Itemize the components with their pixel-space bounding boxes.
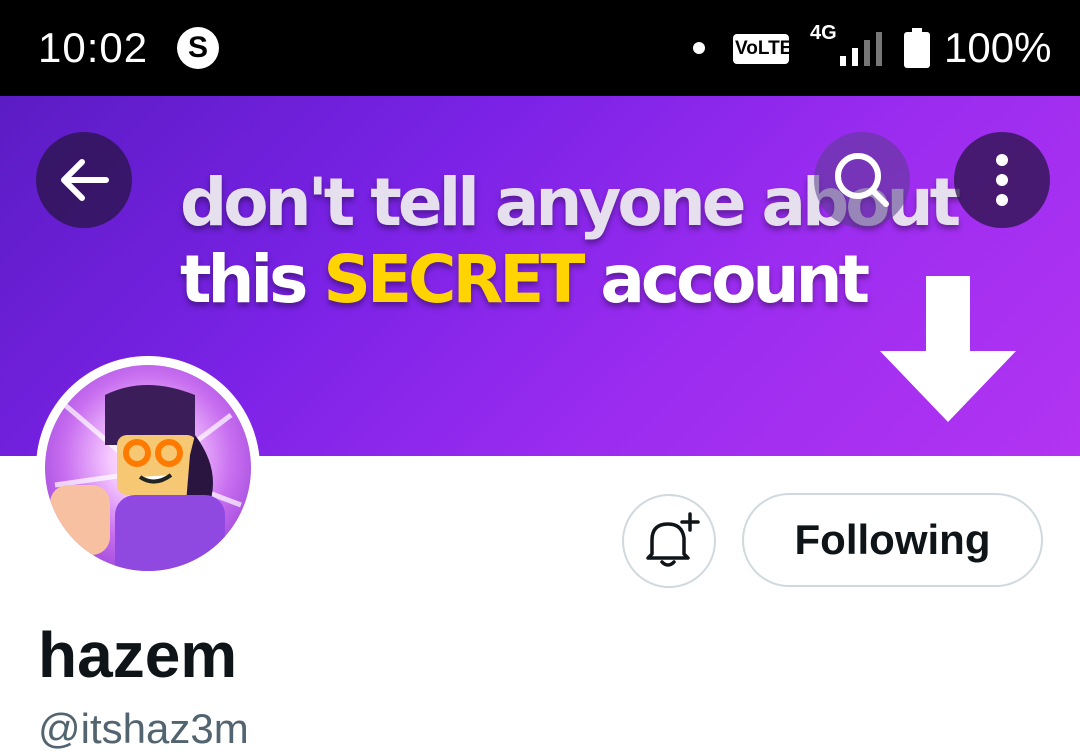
status-time: 10:02 bbox=[38, 24, 149, 71]
profile-display-name: hazem bbox=[38, 619, 238, 691]
avatar-image bbox=[45, 365, 251, 571]
network-type: 4G bbox=[810, 22, 837, 44]
notification-app-icon: S bbox=[177, 27, 219, 69]
signal-strength-icon bbox=[840, 32, 882, 66]
search-button[interactable] bbox=[814, 132, 910, 228]
banner-text-highlight: SECRET bbox=[323, 241, 585, 318]
notifications-button[interactable] bbox=[622, 494, 716, 588]
more-vertical-icon bbox=[996, 154, 1008, 206]
banner-text-pre: this bbox=[180, 241, 324, 318]
back-arrow-icon bbox=[61, 159, 109, 201]
following-button[interactable]: Following bbox=[742, 493, 1043, 587]
volte-badge: VoLTE bbox=[733, 34, 792, 64]
status-bar: 10:02 S VoLTE 4G 100% bbox=[0, 0, 1080, 96]
bell-plus-icon bbox=[646, 512, 700, 567]
profile-avatar[interactable] bbox=[36, 356, 260, 580]
profile-handle: @itshaz3m bbox=[38, 705, 249, 752]
notification-dot-icon bbox=[693, 42, 705, 54]
avatar-character-icon bbox=[50, 385, 242, 571]
down-arrow-graphic-icon bbox=[880, 276, 1016, 422]
battery-percent: 100% bbox=[944, 24, 1052, 71]
battery-icon bbox=[904, 28, 930, 68]
more-options-button[interactable] bbox=[954, 132, 1050, 228]
search-icon bbox=[835, 153, 889, 207]
banner-text-post: account bbox=[581, 241, 870, 318]
banner-text-line2: this SECRET account bbox=[180, 241, 870, 318]
back-button[interactable] bbox=[36, 132, 132, 228]
